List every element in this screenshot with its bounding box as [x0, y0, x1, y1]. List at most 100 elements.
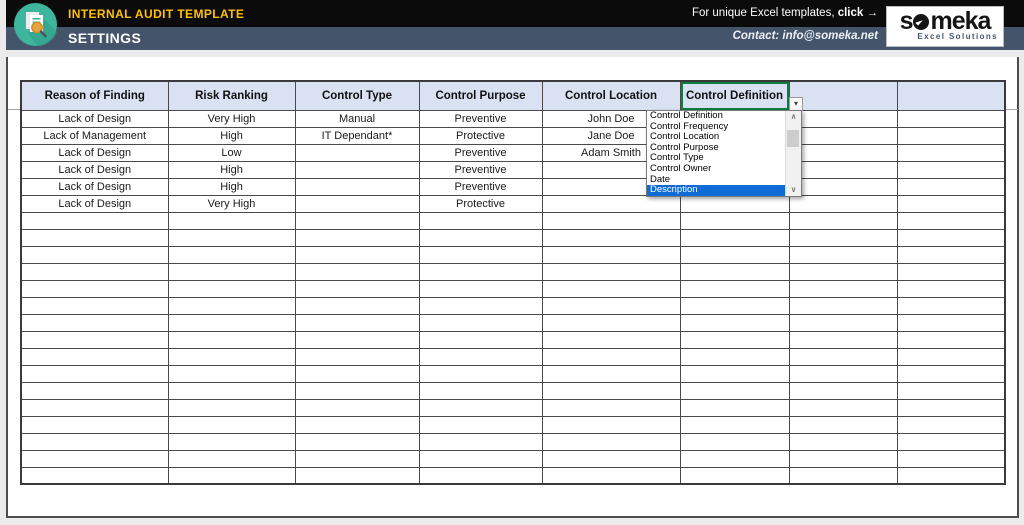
table-cell[interactable]: High [167, 160, 296, 179]
table-cell[interactable] [167, 296, 296, 315]
table-cell[interactable] [896, 262, 1006, 281]
table-cell[interactable] [541, 466, 681, 485]
table-cell[interactable]: Protective [418, 126, 543, 145]
table-cell[interactable] [788, 279, 898, 298]
table-cell[interactable] [788, 245, 898, 264]
table-cell[interactable]: Preventive [418, 160, 543, 179]
table-cell[interactable] [788, 432, 898, 451]
table-cell[interactable] [788, 177, 898, 196]
table-cell[interactable] [294, 143, 420, 162]
table-cell[interactable] [788, 228, 898, 247]
table-cell[interactable] [788, 262, 898, 281]
table-cell[interactable] [167, 330, 296, 349]
dropdown-item[interactable]: Control Frequency [647, 122, 785, 133]
table-cell[interactable] [418, 279, 543, 298]
table-cell[interactable] [294, 262, 420, 281]
table-cell[interactable] [418, 449, 543, 468]
table-cell[interactable] [20, 432, 169, 451]
table-cell[interactable] [418, 313, 543, 332]
table-cell[interactable] [788, 330, 898, 349]
table-cell[interactable] [896, 279, 1006, 298]
table-cell[interactable] [679, 313, 790, 332]
table-cell[interactable] [788, 381, 898, 400]
table-cell[interactable] [418, 262, 543, 281]
table-cell[interactable] [20, 211, 169, 230]
table-cell[interactable] [896, 228, 1006, 247]
scroll-up-icon[interactable]: ∧ [786, 111, 801, 123]
table-cell[interactable] [541, 228, 681, 247]
table-cell[interactable] [418, 466, 543, 485]
table-cell[interactable] [788, 194, 898, 213]
dropdown-arrow-button[interactable]: ▾ [789, 97, 803, 111]
table-cell[interactable] [541, 296, 681, 315]
table-cell[interactable] [294, 330, 420, 349]
table-cell[interactable] [418, 330, 543, 349]
table-cell[interactable] [20, 398, 169, 417]
table-cell[interactable]: Lack of Design [20, 160, 169, 179]
table-cell[interactable]: Lack of Design [20, 109, 169, 128]
table-cell[interactable] [294, 381, 420, 400]
table-cell[interactable]: IT Dependant* [294, 126, 420, 145]
table-cell[interactable] [679, 330, 790, 349]
table-cell[interactable] [418, 245, 543, 264]
table-cell[interactable] [167, 313, 296, 332]
column-header-control-type[interactable]: Control Type [294, 80, 420, 111]
promo-link[interactable]: For unique Excel templates, click → [692, 7, 878, 19]
table-cell[interactable] [20, 364, 169, 383]
table-cell[interactable] [20, 296, 169, 315]
table-cell[interactable] [294, 296, 420, 315]
table-cell[interactable]: Preventive [418, 109, 543, 128]
table-cell[interactable]: Low [167, 143, 296, 162]
table-cell[interactable] [294, 177, 420, 196]
table-cell[interactable] [418, 432, 543, 451]
table-cell[interactable] [896, 381, 1006, 400]
table-cell[interactable] [541, 415, 681, 434]
table-cell[interactable] [679, 211, 790, 230]
dropdown-item[interactable]: Date [647, 175, 785, 186]
table-cell[interactable] [896, 245, 1006, 264]
table-cell[interactable] [679, 245, 790, 264]
table-cell[interactable] [167, 381, 296, 400]
table-cell[interactable] [541, 279, 681, 298]
table-cell[interactable] [788, 364, 898, 383]
table-cell[interactable] [167, 347, 296, 366]
table-cell[interactable] [788, 415, 898, 434]
table-cell[interactable]: Manual [294, 109, 420, 128]
table-cell[interactable] [541, 432, 681, 451]
table-cell[interactable] [541, 330, 681, 349]
table-cell[interactable] [896, 143, 1006, 162]
table-cell[interactable] [541, 449, 681, 468]
dropdown-item[interactable]: Control Definition [647, 111, 785, 122]
table-cell[interactable] [167, 415, 296, 434]
table-cell[interactable] [418, 381, 543, 400]
table-cell[interactable]: Lack of Design [20, 194, 169, 213]
table-cell[interactable] [294, 449, 420, 468]
table-cell[interactable] [294, 364, 420, 383]
table-cell[interactable] [679, 347, 790, 366]
table-cell[interactable] [541, 262, 681, 281]
table-cell[interactable] [20, 313, 169, 332]
table-cell[interactable] [679, 279, 790, 298]
column-header-control-purpose[interactable]: Control Purpose [418, 80, 543, 111]
table-cell[interactable] [541, 245, 681, 264]
scroll-down-icon[interactable]: ∨ [786, 184, 801, 196]
table-cell[interactable] [896, 415, 1006, 434]
table-cell[interactable]: High [167, 177, 296, 196]
table-cell[interactable] [294, 313, 420, 332]
table-cell[interactable] [788, 126, 898, 145]
table-cell[interactable] [541, 313, 681, 332]
table-cell[interactable] [167, 211, 296, 230]
table-cell[interactable] [167, 228, 296, 247]
table-cell[interactable] [418, 364, 543, 383]
table-cell[interactable] [896, 109, 1006, 128]
table-cell[interactable] [294, 415, 420, 434]
scrollbar-thumb[interactable] [787, 130, 799, 147]
table-cell[interactable] [20, 381, 169, 400]
table-cell[interactable] [896, 432, 1006, 451]
dropdown-item[interactable]: Description [647, 185, 785, 196]
column-header-empty[interactable] [896, 80, 1006, 111]
table-cell[interactable] [167, 364, 296, 383]
table-cell[interactable] [418, 296, 543, 315]
table-cell[interactable] [418, 415, 543, 434]
table-cell[interactable] [896, 194, 1006, 213]
